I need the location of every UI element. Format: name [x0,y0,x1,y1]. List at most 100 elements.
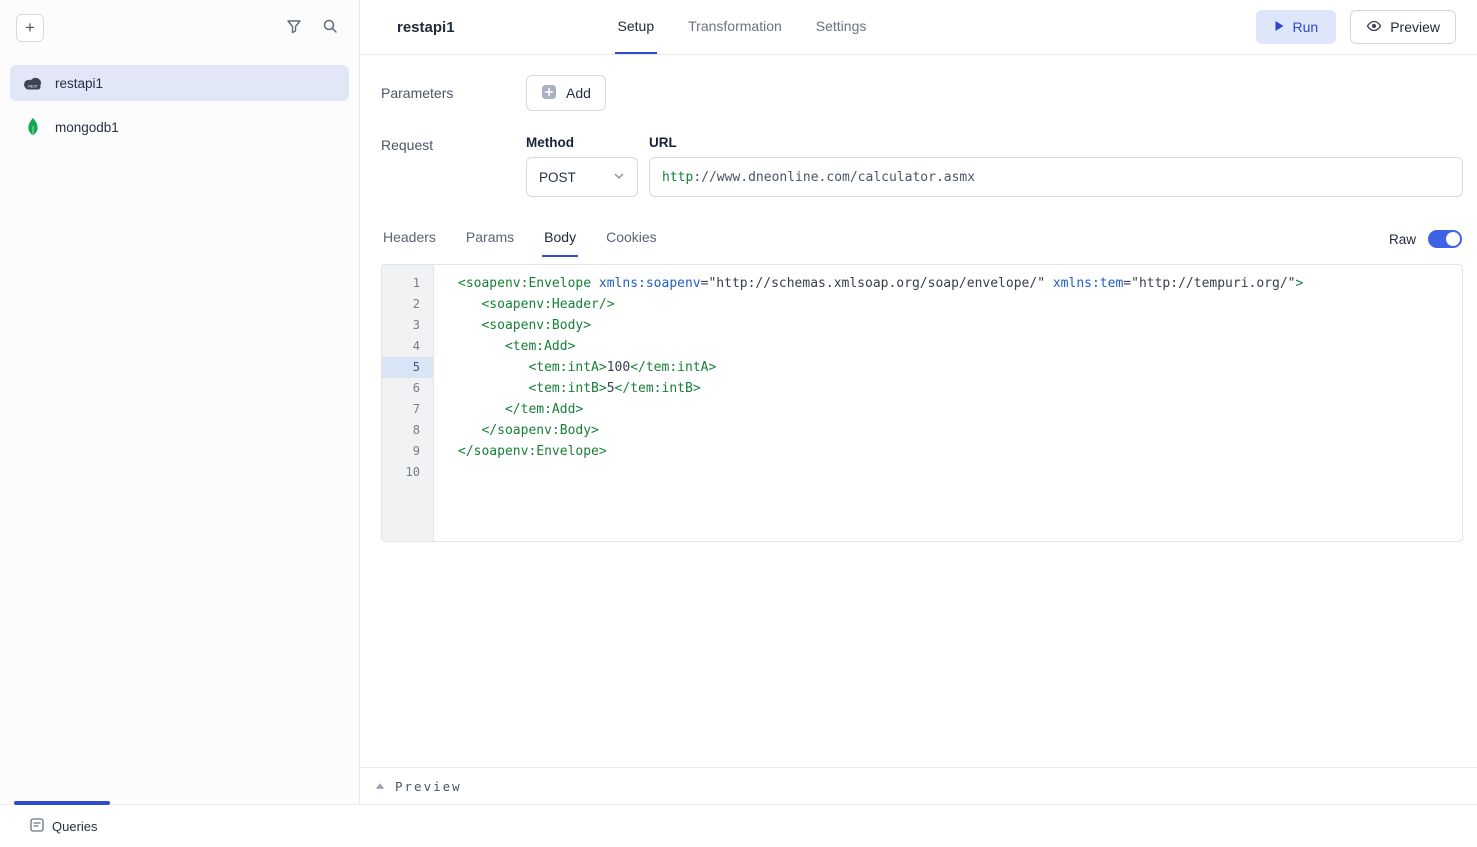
code-token: xmlns:soapenv [599,276,701,291]
tab-headers[interactable]: Headers [381,229,438,257]
editor-code[interactable]: <soapenv:Envelope xmlns:soapenv="http://… [434,265,1462,541]
code-token: <tem:intA> [458,360,607,375]
main-panel: restapi1 Setup Transformation Settings R… [360,0,1477,804]
url-rest: ://www.dneonline.com/calculator.asmx [693,170,975,185]
code-token: xmlns:tem [1053,276,1123,291]
code-token: <tem:Add> [458,339,575,354]
svg-text:REST: REST [28,84,38,88]
preview-panel-label: Preview [395,779,462,794]
url-scheme: http [662,170,693,185]
tab-label: Setup [618,18,655,34]
query-item-label: mongodb1 [55,120,119,135]
code-token: "http://schemas.xmlsoap.org/soap/envelop… [708,276,1045,291]
add-parameter-button[interactable]: Add [526,75,606,111]
line-number: 5 [382,357,433,378]
tab-setup[interactable]: Setup [615,0,658,54]
code-token: "http://tempuri.org/" [1131,276,1295,291]
method-select[interactable]: POST [526,157,638,197]
tab-transformation[interactable]: Transformation [685,0,785,54]
chevron-up-icon [375,777,385,795]
code-token: </soapenv:Envelope> [458,444,607,459]
rest-api-icon: REST [22,75,44,91]
chevron-down-icon [613,170,625,185]
active-tab-indicator [14,801,110,805]
bottom-tab-label: Queries [52,819,98,834]
raw-label: Raw [1389,232,1416,247]
line-number: 4 [382,336,433,357]
line-number: 2 [382,294,433,315]
tab-body[interactable]: Body [542,229,578,257]
code-token: 100 [607,360,630,375]
tab-label: Transformation [688,18,782,34]
line-number: 3 [382,315,433,336]
tab-params[interactable]: Params [464,229,516,257]
code-line[interactable]: </soapenv:Body> [458,420,1462,441]
code-line[interactable]: <soapenv:Envelope xmlns:soapenv="http://… [458,273,1462,294]
code-token: </tem:Add> [458,402,583,417]
code-token: <soapenv:Envelope [458,276,591,291]
raw-toggle[interactable] [1428,230,1462,248]
run-button-label: Run [1293,19,1319,35]
url-label: URL [649,135,1463,150]
code-line[interactable]: </soapenv:Envelope> [458,441,1462,462]
mongodb-icon [22,117,44,137]
sidebar: + [0,0,360,804]
raw-toggle-group: Raw [1389,230,1463,248]
parameters-label: Parameters [381,85,526,101]
app: + [0,0,1477,804]
preview-button-label: Preview [1390,19,1440,35]
line-number: 1 [382,273,433,294]
code-line[interactable] [458,462,1462,483]
bottom-bar: Queries [0,804,1477,847]
response-preview-toggle[interactable]: Preview [360,767,1477,804]
tab-label: Settings [816,18,867,34]
search-button[interactable] [317,15,343,41]
code-token: </soapenv:Body> [458,423,599,438]
filter-button[interactable] [281,15,307,41]
code-token [1045,276,1053,291]
code-line[interactable]: <soapenv:Body> [458,315,1462,336]
method-group: Method POST [526,135,638,197]
code-token: = [1123,276,1131,291]
code-token: <tem:intB> [458,381,607,396]
preview-button[interactable]: Preview [1350,10,1456,44]
new-query-button[interactable]: + [16,14,44,42]
code-token: 5 [607,381,615,396]
filter-icon [286,18,302,37]
editor-gutter: 12345678910 [382,265,434,541]
plus-square-icon [541,84,557,103]
code-token: </tem:intB> [615,381,701,396]
tab-cookies[interactable]: Cookies [604,229,659,257]
play-icon [1274,19,1285,35]
code-token: </tem:intA> [630,360,716,375]
line-number: 7 [382,399,433,420]
query-item-label: restapi1 [55,76,103,91]
query-list-item-mongodb1[interactable]: mongodb1 [10,109,349,145]
search-icon [322,18,338,37]
code-token [591,276,599,291]
line-number: 10 [382,462,433,483]
code-line[interactable]: <tem:intA>100</tem:intA> [458,357,1462,378]
bottom-tab-queries[interactable]: Queries [30,818,98,835]
queries-icon [30,818,44,835]
header-actions: Run Preview [1256,10,1456,44]
code-line[interactable]: </tem:Add> [458,399,1462,420]
run-button[interactable]: Run [1256,10,1337,44]
code-token: <soapenv:Header/> [458,297,615,312]
parameters-row: Parameters Add [381,75,1463,111]
code-token: <soapenv:Body> [458,318,591,333]
code-token: > [1296,276,1304,291]
code-line[interactable]: <tem:intB>5</tem:intB> [458,378,1462,399]
body-code-editor[interactable]: 12345678910 <soapenv:Envelope xmlns:soap… [381,264,1463,542]
request-label: Request [381,135,526,197]
query-list-item-restapi1[interactable]: REST restapi1 [10,65,349,101]
code-line[interactable]: <tem:Add> [458,336,1462,357]
url-input[interactable]: http://www.dneonline.com/calculator.asmx [649,157,1463,197]
method-label: Method [526,135,638,150]
body-tabs-row: Headers Params Body Cookies Raw [381,229,1463,257]
setup-form: Parameters Add Request Method [360,55,1477,767]
tab-settings[interactable]: Settings [813,0,870,54]
code-line[interactable]: <soapenv:Header/> [458,294,1462,315]
eye-icon [1366,18,1382,37]
request-row: Request Method POST URL [381,135,1463,197]
